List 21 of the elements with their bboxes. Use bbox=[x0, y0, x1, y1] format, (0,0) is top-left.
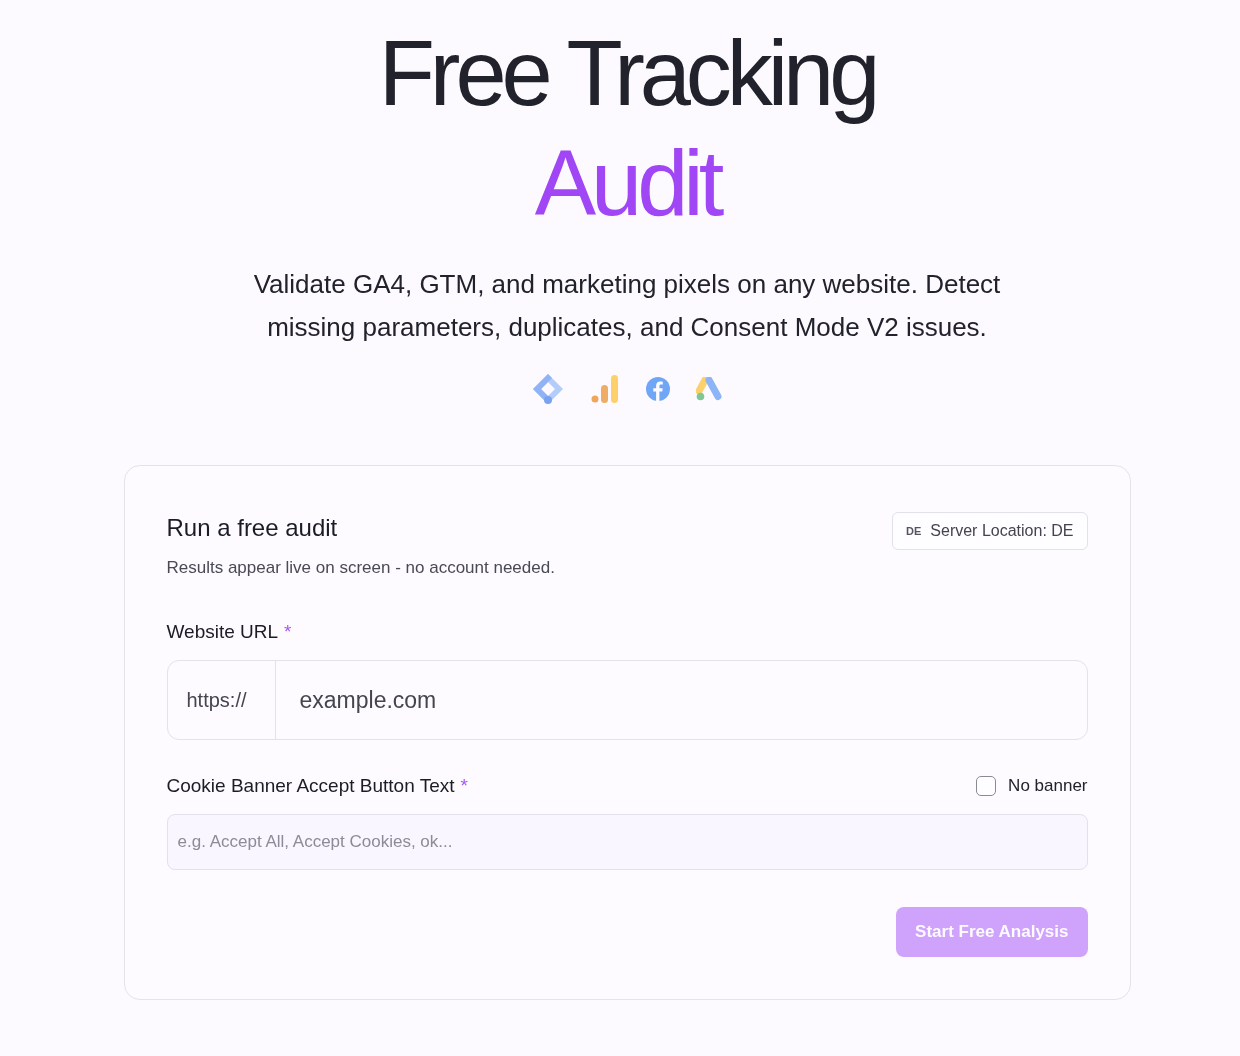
cookie-button-text-input[interactable]: e.g. Accept All, Accept Cookies, ok... bbox=[166, 814, 1088, 870]
diamond-icon bbox=[532, 373, 564, 405]
bar-chart-icon bbox=[590, 374, 620, 404]
hero-title-highlight: Audit bbox=[534, 131, 720, 236]
hero-title: Free Tracking bbox=[378, 21, 876, 126]
field-label: Website URL bbox=[166, 620, 279, 644]
required-mark: * bbox=[284, 620, 292, 644]
url-prefix: https:// bbox=[186, 688, 247, 713]
required-mark: * bbox=[460, 774, 468, 798]
url-input-group[interactable]: https:// example.com bbox=[166, 660, 1088, 740]
checkbox[interactable] bbox=[976, 776, 997, 796]
server-location-label: Server Location: DE bbox=[930, 521, 1074, 541]
url-input[interactable]: example.com bbox=[275, 661, 1087, 739]
card-title: Run a free audit bbox=[166, 513, 339, 543]
letter-a-icon bbox=[696, 377, 722, 401]
card-subtitle: Results appear live on screen - no account needed. bbox=[166, 557, 555, 579]
country-code: DE bbox=[906, 523, 922, 539]
field-label: Cookie Banner Accept Button Text bbox=[166, 774, 455, 798]
checkbox-label: No banner bbox=[1008, 775, 1088, 798]
letter-f-icon bbox=[646, 377, 670, 401]
hero-subtitle: Validate GA4, GTM, and marketing pixels on any website. Detect missing parameters, duplicates, and Consent Mode V2 issues. bbox=[252, 268, 1002, 344]
